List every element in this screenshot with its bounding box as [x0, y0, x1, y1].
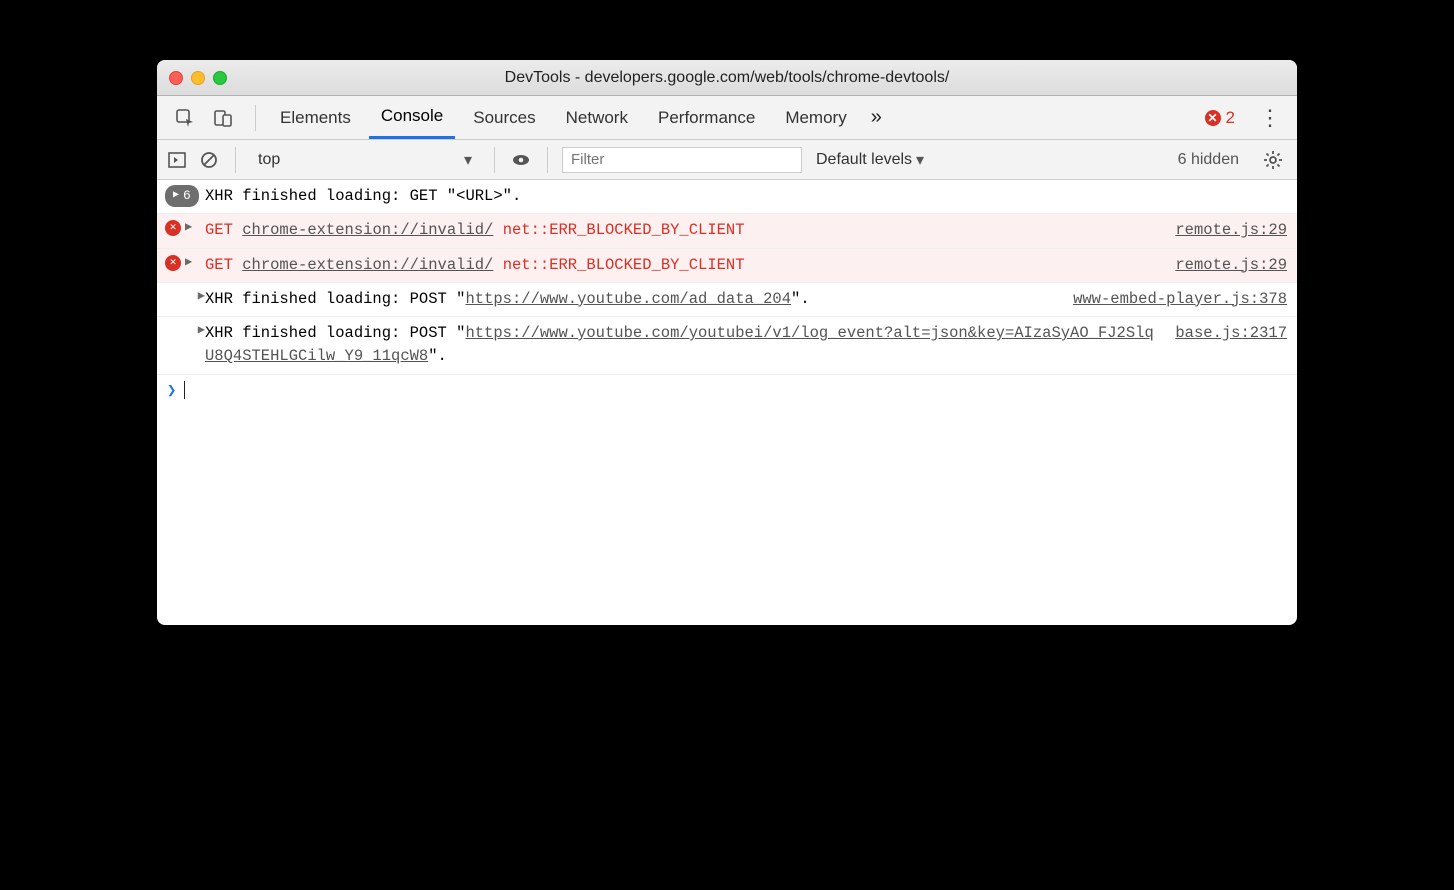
customize-devtools-menu[interactable]: ⋮ — [1251, 105, 1289, 131]
empty-space — [157, 405, 1297, 625]
console-message: ▶ XHR finished loading: POST "https://ww… — [157, 283, 1297, 317]
execution-context-selector[interactable]: top ▾ — [250, 147, 480, 173]
request-url[interactable]: chrome-extension://invalid/ — [242, 221, 493, 239]
filter-input[interactable] — [562, 147, 802, 173]
error-icon: ✕ — [165, 220, 181, 236]
console-toolbar: top ▾ Default levels ▾ 6 hidden — [157, 140, 1297, 180]
close-window-button[interactable] — [169, 71, 183, 85]
error-count: 2 — [1226, 108, 1235, 128]
request-url[interactable]: https://www.youtube.com/ad_data_204 — [465, 290, 791, 308]
divider — [494, 147, 495, 173]
console-settings-icon[interactable] — [1257, 150, 1289, 170]
chevron-down-icon: ▾ — [464, 150, 472, 170]
toggle-device-toolbar-icon[interactable] — [211, 106, 235, 130]
hidden-messages-count[interactable]: 6 hidden — [1168, 151, 1249, 169]
minimize-window-button[interactable] — [191, 71, 205, 85]
tabs-overflow-button[interactable]: » — [865, 106, 888, 129]
tab-performance[interactable]: Performance — [646, 96, 767, 139]
error-icon: ✕ — [165, 255, 181, 271]
window-title: DevTools - developers.google.com/web/too… — [157, 69, 1297, 87]
tab-sources[interactable]: Sources — [461, 96, 547, 139]
error-code: net::ERR_BLOCKED_BY_CLIENT — [503, 221, 745, 239]
inspect-element-icon[interactable] — [173, 106, 197, 130]
titlebar: DevTools - developers.google.com/web/too… — [157, 60, 1297, 96]
console-prompt[interactable]: ❯ — [157, 375, 1297, 405]
chevron-down-icon: ▾ — [916, 150, 924, 170]
expand-icon[interactable]: ▶ — [185, 218, 192, 236]
source-link[interactable]: base.js:2317 — [1161, 322, 1287, 345]
source-link[interactable]: remote.js:29 — [1161, 254, 1287, 277]
divider — [235, 147, 236, 173]
message-text: GET chrome-extension://invalid/ net::ERR… — [205, 254, 1161, 277]
prompt-icon: ❯ — [167, 381, 184, 399]
expand-icon[interactable]: ▶ — [198, 287, 205, 305]
message-text: GET chrome-extension://invalid/ net::ERR… — [205, 219, 1161, 242]
expand-icon: ▶ — [173, 188, 179, 203]
context-label: top — [258, 151, 280, 169]
text-cursor — [184, 381, 185, 399]
divider — [547, 147, 548, 173]
error-code: net::ERR_BLOCKED_BY_CLIENT — [503, 256, 745, 274]
log-levels-selector[interactable]: Default levels ▾ — [810, 150, 930, 170]
live-expression-icon[interactable] — [509, 148, 533, 172]
divider — [255, 105, 256, 131]
request-url[interactable]: chrome-extension://invalid/ — [242, 256, 493, 274]
tab-console[interactable]: Console — [369, 96, 455, 139]
console-messages: ▶6 XHR finished loading: GET "<URL>". ✕ … — [157, 180, 1297, 625]
console-error-message: ✕ ▶ GET chrome-extension://invalid/ net:… — [157, 214, 1297, 248]
repeat-count-badge[interactable]: ▶6 — [165, 185, 199, 207]
http-method: GET — [205, 221, 233, 239]
console-message: ▶ XHR finished loading: POST "https://ww… — [157, 317, 1297, 375]
message-text: XHR finished loading: GET "<URL>". — [205, 185, 1287, 208]
zoom-window-button[interactable] — [213, 71, 227, 85]
console-error-message: ✕ ▶ GET chrome-extension://invalid/ net:… — [157, 249, 1297, 283]
tab-network[interactable]: Network — [554, 96, 640, 139]
error-icon: ✕ — [1205, 110, 1221, 126]
message-text: XHR finished loading: POST "https://www.… — [205, 322, 1161, 369]
tab-elements[interactable]: Elements — [268, 96, 363, 139]
devtools-tabs: Elements Console Sources Network Perform… — [157, 96, 1297, 140]
source-link[interactable]: remote.js:29 — [1161, 219, 1287, 242]
console-message: ▶6 XHR finished loading: GET "<URL>". — [157, 180, 1297, 214]
error-count-badge[interactable]: ✕ 2 — [1195, 108, 1245, 128]
devtools-window: DevTools - developers.google.com/web/too… — [157, 60, 1297, 625]
clear-console-icon[interactable] — [197, 148, 221, 172]
http-method: GET — [205, 256, 233, 274]
expand-icon[interactable]: ▶ — [185, 253, 192, 271]
message-text: XHR finished loading: POST "https://www.… — [205, 288, 1059, 311]
toggle-console-sidebar-icon[interactable] — [165, 148, 189, 172]
window-controls — [169, 71, 227, 85]
levels-label: Default levels — [816, 151, 912, 169]
tab-memory[interactable]: Memory — [773, 96, 858, 139]
source-link[interactable]: www-embed-player.js:378 — [1059, 288, 1287, 311]
expand-icon[interactable]: ▶ — [198, 321, 205, 339]
